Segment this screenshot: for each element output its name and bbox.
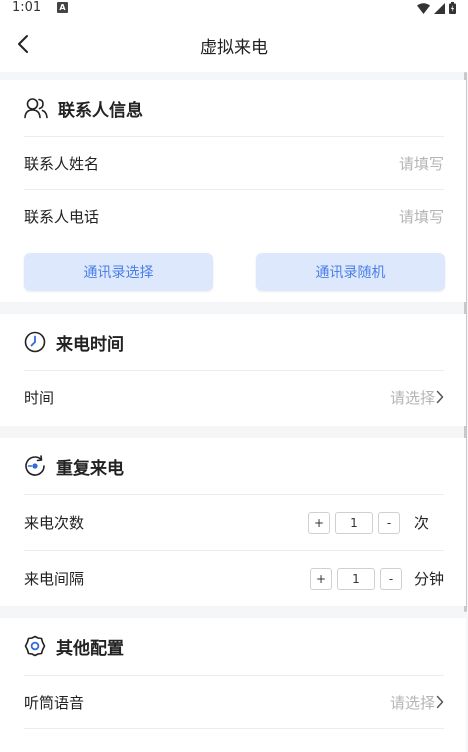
earpiece-voice-value: 请选择 (389, 693, 435, 712)
repeat-icon (25, 455, 45, 476)
notification-icon: A (57, 2, 68, 13)
call-count-input[interactable]: 1 (334, 511, 373, 534)
call-interval-stepper: + 1 - 分钟 (309, 567, 444, 590)
status-bar: 1:01 A (0, 0, 468, 16)
chevron-right-icon (436, 695, 444, 709)
user-group-icon (24, 98, 48, 119)
contact-name-row[interactable]: 联系人姓名 请填写 (24, 136, 444, 189)
call-count-minus-button[interactable]: - (377, 511, 400, 534)
repeat-call-card: 重复来电 来电次数 + 1 - 次 来电间隔 + 1 - 分钟 (0, 438, 466, 606)
signal-icon (434, 2, 445, 14)
contact-phone-input[interactable]: 请填写 (399, 206, 444, 227)
call-time-header: 来电时间 (24, 314, 124, 370)
call-interval-minus-button[interactable]: - (379, 567, 402, 590)
contacts-select-button[interactable]: 通讯录选择 (24, 253, 213, 291)
contact-info-header: 联系人信息 (24, 80, 143, 136)
contact-info-card: 联系人信息 联系人姓名 请填写 联系人电话 请填写 通讯录选择 通讯录随机 (0, 80, 466, 302)
call-time-select[interactable]: 请选择 (390, 387, 444, 408)
call-time-label: 时间 (24, 388, 55, 407)
earpiece-voice-select[interactable]: 请选择 (390, 692, 444, 713)
call-interval-row: 来电间隔 + 1 - 分钟 (24, 550, 444, 606)
contacts-random-button[interactable]: 通讯录随机 (256, 253, 445, 291)
call-time-value: 请选择 (389, 388, 435, 407)
battery-icon (449, 2, 456, 14)
call-interval-unit: 分钟 (413, 570, 444, 588)
earpiece-voice-row[interactable]: 听筒语音 请选择 (24, 675, 444, 728)
earpiece-voice-label: 听筒语音 (24, 693, 85, 712)
contact-phone-row[interactable]: 联系人电话 请填写 (24, 189, 444, 242)
other-config-header: 其他配置 (24, 618, 124, 674)
chevron-right-icon (436, 390, 444, 404)
nav-bar: 虚拟来电 (0, 16, 468, 72)
call-count-label: 来电次数 (24, 514, 85, 532)
page-title: 虚拟来电 (200, 38, 268, 58)
repeat-call-title: 重复来电 (56, 458, 124, 479)
contact-info-title: 联系人信息 (58, 100, 143, 121)
call-interval-input[interactable]: 1 (336, 567, 375, 590)
call-time-card: 来电时间 时间 请选择 (0, 314, 466, 426)
call-interval-label: 来电间隔 (24, 570, 85, 588)
status-icons (417, 2, 456, 14)
wifi-icon (417, 2, 430, 14)
status-time: 1:01 (12, 0, 42, 15)
contact-phone-label: 联系人电话 (24, 207, 100, 226)
call-count-stepper: + 1 - 次 (307, 511, 444, 534)
contact-name-label: 联系人姓名 (24, 154, 100, 173)
call-time-title: 来电时间 (56, 334, 124, 355)
call-count-row: 来电次数 + 1 - 次 (24, 494, 444, 550)
other-config-card: 其他配置 听筒语音 请选择 (0, 618, 466, 752)
gear-icon (24, 635, 46, 657)
call-time-row[interactable]: 时间 请选择 (24, 370, 444, 423)
other-config-title: 其他配置 (56, 638, 124, 659)
next-row-divider (24, 728, 444, 752)
call-count-unit: 次 (413, 514, 429, 532)
contact-name-input[interactable]: 请填写 (399, 153, 444, 174)
call-count-plus-button[interactable]: + (307, 511, 330, 534)
repeat-call-header: 重复来电 (24, 438, 124, 494)
call-interval-plus-button[interactable]: + (309, 567, 332, 590)
clock-icon (24, 331, 46, 353)
